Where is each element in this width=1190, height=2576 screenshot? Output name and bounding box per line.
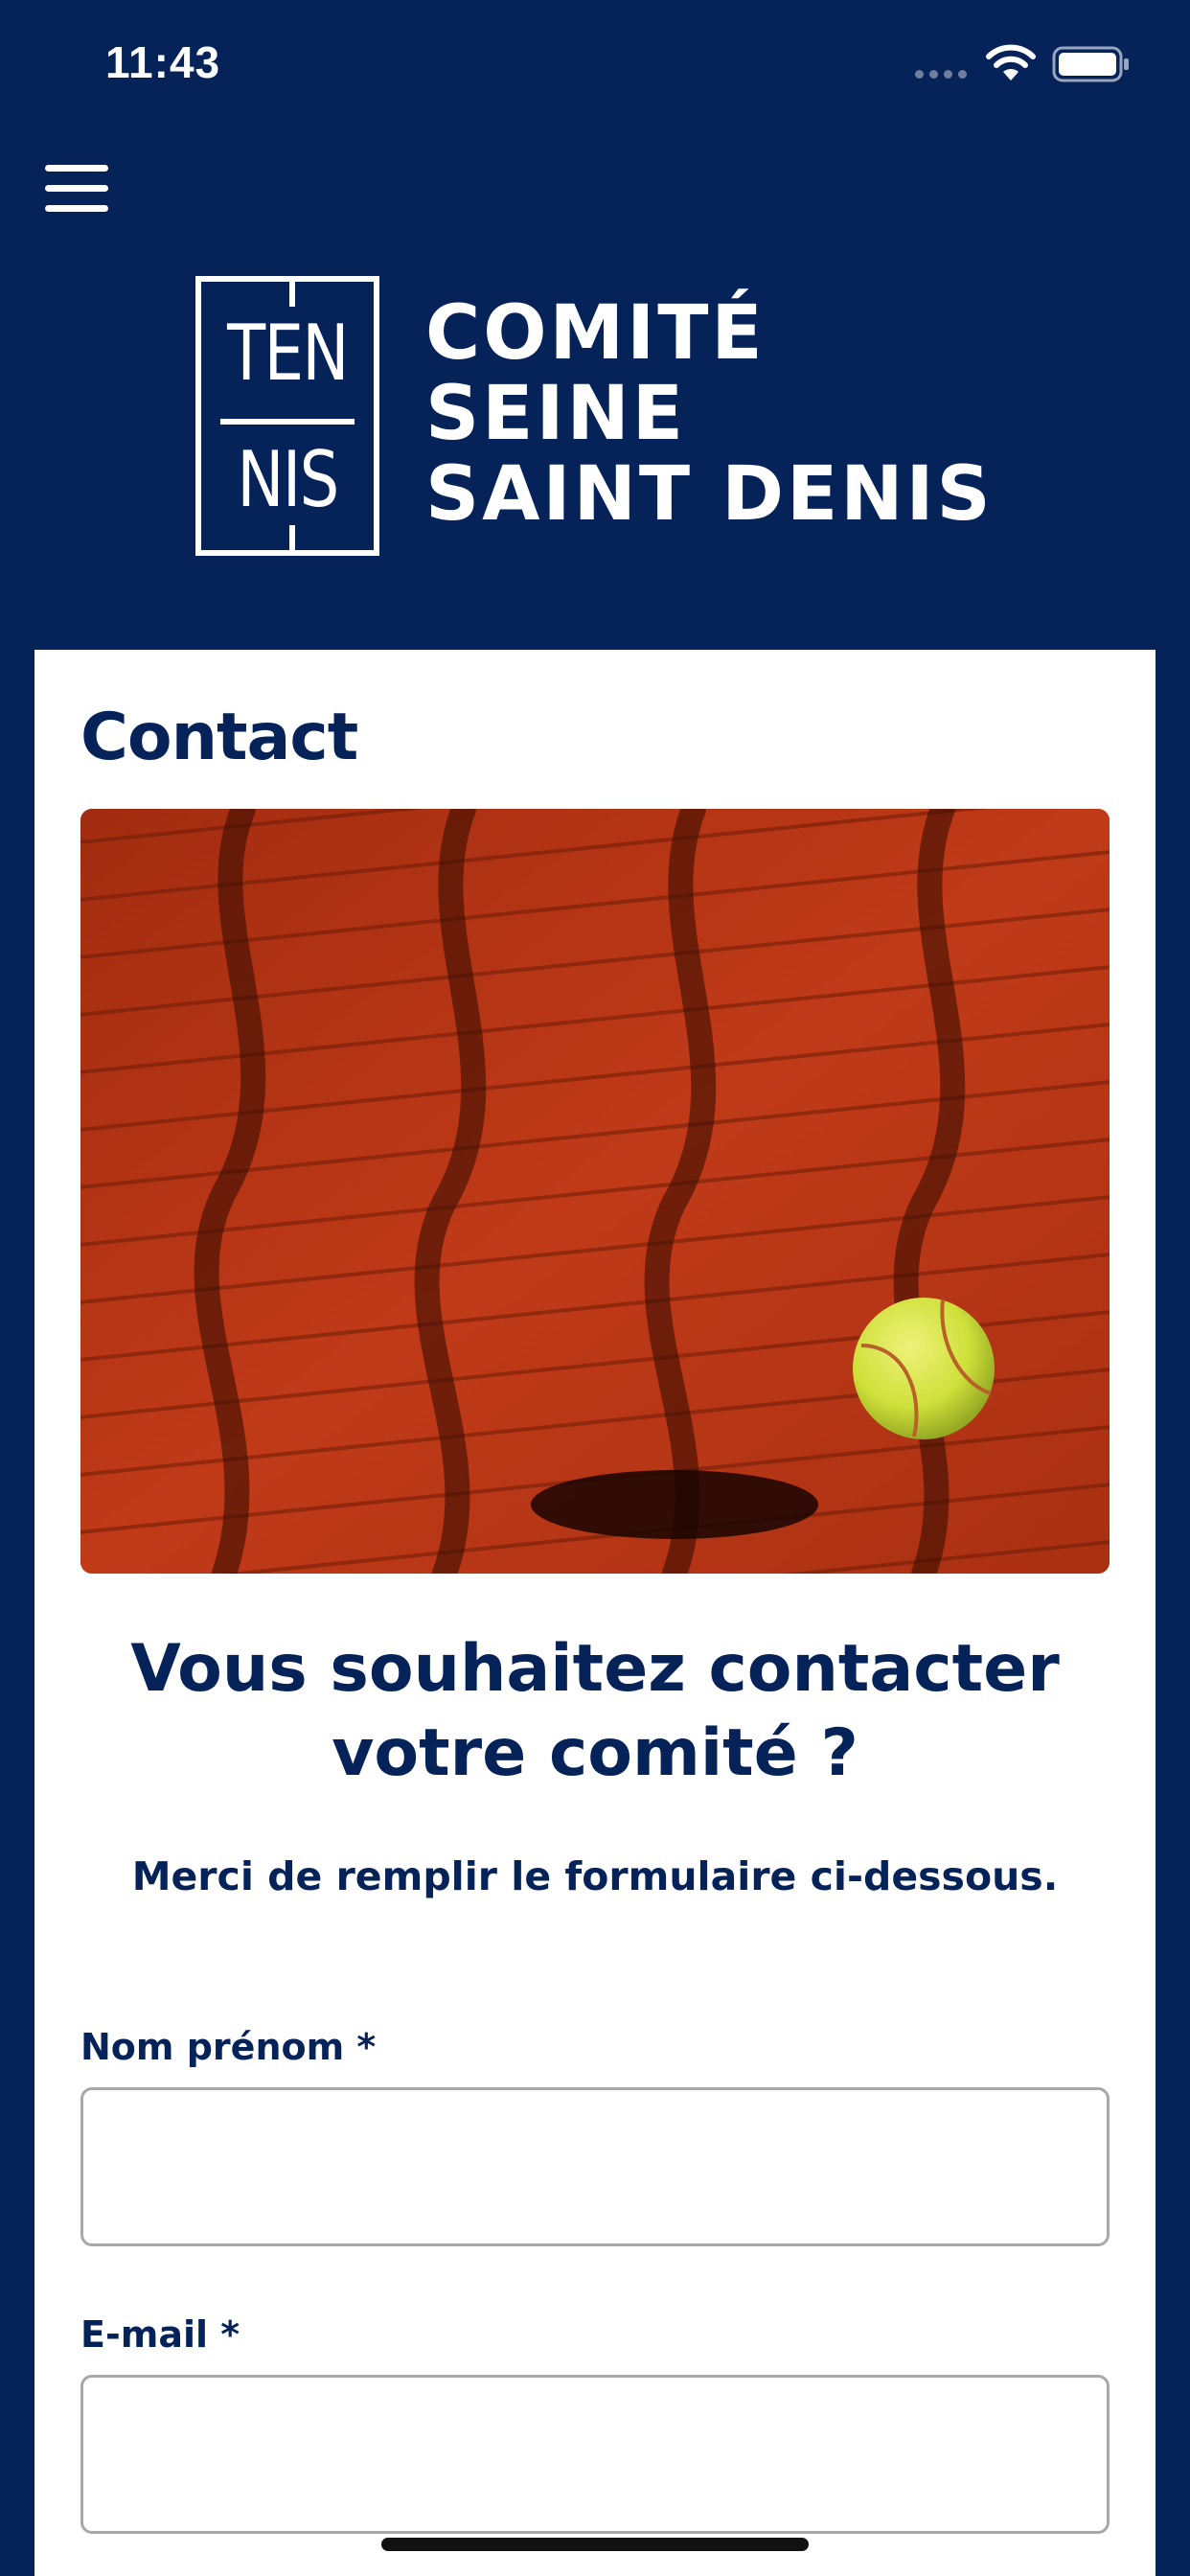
home-indicator[interactable]: [381, 2538, 809, 2551]
logo-mark: TEN NIS: [195, 276, 379, 556]
email-field[interactable]: [80, 2375, 1110, 2534]
content-card: Contact Vous souhaitez contacter votre c…: [34, 650, 1156, 2576]
battery-icon: [1052, 46, 1129, 82]
contact-subtext: Merci de remplir le formulaire ci-dessou…: [131, 1853, 1059, 1899]
contact-headline: Vous souhaitez contacter votre comité ?: [130, 1631, 1060, 1791]
logo-mark-top-text: TEN: [227, 309, 349, 398]
logo-line-3: SAINT DENIS: [425, 451, 994, 538]
wifi-icon: [986, 44, 1036, 80]
email-field-label: E-mail *: [80, 2313, 240, 2356]
logo-wordmark: COMITÉ SEINE SAINT DENIS: [425, 293, 994, 535]
hamburger-menu-icon[interactable]: [45, 165, 108, 215]
logo[interactable]: TEN NIS COMITÉ SEINE SAINT DENIS: [195, 276, 1000, 564]
status-time: 11:43: [105, 37, 221, 87]
logo-mark-bottom-text: NIS: [237, 435, 339, 524]
page-title: Contact: [80, 700, 358, 775]
hero-image-tennis-court: [80, 809, 1110, 1574]
status-bar: 11:43: [0, 0, 1190, 129]
signal-icon: [915, 70, 967, 79]
logo-line-2: SEINE: [425, 371, 687, 457]
logo-line-1: COMITÉ: [425, 290, 766, 377]
name-field[interactable]: [80, 2087, 1110, 2246]
name-field-label: Nom prénom *: [80, 2026, 377, 2068]
